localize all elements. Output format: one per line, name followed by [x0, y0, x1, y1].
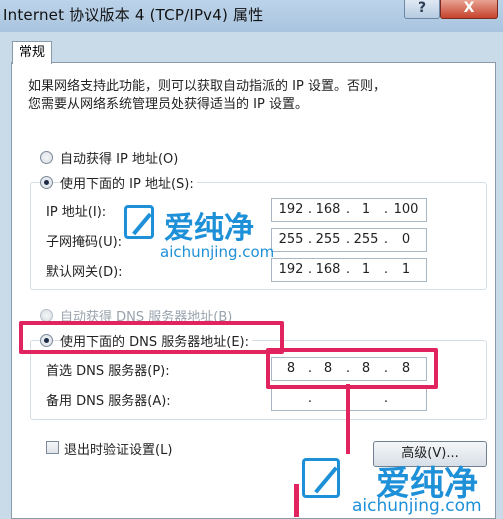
highlight-connector-line	[346, 384, 350, 454]
watermark-brand: 爱纯净	[164, 211, 254, 246]
default-gateway-label: 默认网关(D):	[46, 265, 123, 280]
ip-address-octet-2: 168	[315, 202, 341, 217]
subnet-mask-field[interactable]: 255 . 255 . 255 . 0	[271, 228, 427, 252]
subnet-mask-label: 子网掩码(U):	[46, 235, 123, 250]
manual-ip-label[interactable]: 使用下面的 IP 地址(S):	[60, 173, 197, 192]
highlight-arrow-stroke	[294, 484, 299, 517]
subnet-mask-octet-2: 255	[315, 232, 341, 247]
alternate-dns-octet-2	[312, 388, 344, 410]
auto-ip-radio[interactable]	[40, 151, 53, 164]
subnet-mask-octet-4: 0	[401, 232, 411, 247]
watermark-logo-icon	[124, 205, 154, 239]
title-bar: Internet 协议版本 4 (TCP/IPv4) 属性 ? X	[0, 0, 503, 32]
gateway-octet-3: 1	[361, 262, 371, 277]
help-button[interactable]: ?	[404, 0, 440, 19]
ip-address-octet-3: 1	[361, 202, 371, 217]
watermark-url: aichunjing.com	[160, 243, 275, 261]
ip-address-field[interactable]: 192 . 168 . 1 . 100	[271, 198, 427, 222]
tab-general[interactable]: 常规	[12, 41, 52, 64]
alternate-dns-octet-1	[274, 388, 308, 410]
watermark-url: aichunjing.com	[352, 496, 482, 516]
preferred-dns-label: 首选 DNS 服务器(P):	[46, 364, 170, 379]
highlight-dns-radio	[19, 321, 284, 354]
intro-line-1: 如果网络支持此功能，则可以获取自动指派的 IP 设置。否则，	[28, 79, 386, 94]
alternate-dns-label: 备用 DNS 服务器(A):	[46, 394, 171, 409]
gateway-octet-2: 168	[315, 262, 341, 277]
alternate-dns-octet-3	[350, 388, 382, 410]
default-gateway-field[interactable]: 192 . 168 . 1 . 1	[271, 258, 427, 282]
subnet-mask-octet-1: 255	[278, 232, 304, 247]
gateway-octet-1: 192	[278, 262, 304, 277]
window-title: Internet 协议版本 4 (TCP/IPv4) 属性	[3, 6, 264, 24]
ip-address-octet-1: 192	[278, 202, 304, 217]
ip-address-label: IP 地址(I):	[46, 205, 107, 220]
alternate-dns-octet-4	[388, 388, 424, 410]
intro-line-2: 您需要从网络系统管理员处获得适当的 IP 设置。	[28, 97, 308, 112]
highlight-preferred-dns	[266, 348, 438, 389]
subnet-mask-octet-3: 255	[353, 232, 379, 247]
ip-address-octet-4: 100	[393, 202, 419, 217]
auto-ip-label[interactable]: 自动获得 IP 地址(O)	[60, 148, 178, 167]
manual-ip-radio[interactable]	[40, 176, 53, 189]
validate-label[interactable]: 退出时验证设置(L)	[64, 439, 172, 458]
watermark-logo-icon	[302, 458, 340, 498]
gateway-octet-4: 1	[401, 262, 411, 277]
close-button[interactable]: X	[440, 0, 498, 19]
validate-checkbox[interactable]	[46, 441, 59, 454]
